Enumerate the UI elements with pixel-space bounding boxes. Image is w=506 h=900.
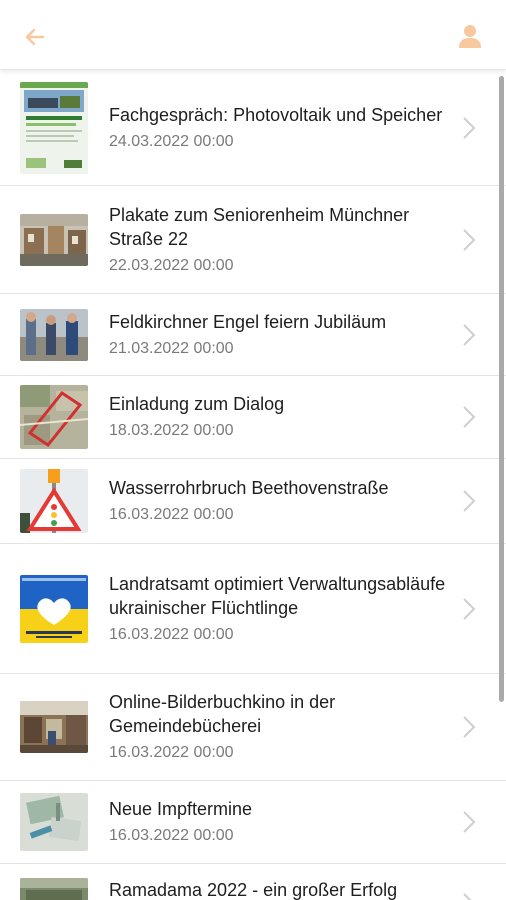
news-title: Landratsamt optimiert Verwaltungsabläufe… <box>109 573 446 618</box>
news-title: Ramadama 2022 - ein großer Erfolg <box>109 880 398 900</box>
news-thumbnail <box>20 574 88 643</box>
news-item[interactable]: Feldkirchner Engel feiern Jubiläum 21.03… <box>0 294 506 376</box>
profile-button[interactable] <box>456 22 484 50</box>
news-thumbnail <box>20 213 88 266</box>
news-item[interactable]: Ramadama 2022 - ein großer Erfolg <box>0 864 506 900</box>
news-title: Online-Bilderbuchkino in der Gemeindebüc… <box>109 692 336 736</box>
news-date: 16.03.2022 00:00 <box>109 625 234 643</box>
app-header <box>0 0 506 70</box>
news-list: Fachgespräch: Photovoltaik und Speicher … <box>0 71 506 900</box>
news-thumbnail <box>20 385 88 449</box>
back-button[interactable] <box>22 24 48 50</box>
news-title: Plakate zum Seniorenheim Münchner Straße… <box>109 204 410 249</box>
chevron-right-icon <box>463 323 476 346</box>
news-thumbnail <box>20 82 88 174</box>
news-date: 21.03.2022 00:00 <box>109 339 234 357</box>
chevron-right-icon <box>463 716 476 738</box>
news-title: Neue Impftermine <box>109 799 253 819</box>
news-item[interactable]: Landratsamt optimiert Verwaltungsabläufe… <box>0 544 506 674</box>
news-date: 24.03.2022 00:00 <box>109 133 234 150</box>
news-item[interactable]: Online-Bilderbuchkino in der Gemeindebüc… <box>0 674 506 781</box>
chevron-right-icon <box>463 597 476 620</box>
chevron-right-icon <box>463 406 476 428</box>
news-title: Einladung zum Dialog <box>109 394 285 414</box>
news-item[interactable]: Fachgespräch: Photovoltaik und Speicher … <box>0 71 506 186</box>
news-thumbnail <box>20 469 88 533</box>
chevron-right-icon <box>463 228 476 251</box>
news-thumbnail <box>20 701 88 753</box>
news-thumbnail <box>20 878 88 900</box>
news-item[interactable]: Plakate zum Seniorenheim Münchner Straße… <box>0 186 506 294</box>
chevron-right-icon <box>463 893 472 900</box>
news-date: 16.03.2022 00:00 <box>109 744 234 761</box>
chevron-right-icon <box>463 117 476 139</box>
news-thumbnail <box>20 793 88 851</box>
chevron-right-icon <box>463 490 476 512</box>
news-title: Fachgespräch: Photovoltaik und Speicher <box>109 105 443 125</box>
news-date: 16.03.2022 00:00 <box>109 506 234 523</box>
news-item[interactable]: Einladung zum Dialog 18.03.2022 00:00 <box>0 376 506 459</box>
news-title: Feldkirchner Engel feiern Jubiläum <box>109 311 387 332</box>
scrollbar[interactable] <box>499 76 504 702</box>
news-date: 18.03.2022 00:00 <box>109 422 234 439</box>
chevron-right-icon <box>463 811 476 833</box>
news-item[interactable]: Neue Impftermine 16.03.2022 00:00 <box>0 781 506 864</box>
news-title: Wasserrohrbruch Beethovenstraße <box>109 478 389 498</box>
user-icon <box>459 25 481 48</box>
news-date: 16.03.2022 00:00 <box>109 827 234 844</box>
arrow-left-icon <box>25 28 45 46</box>
news-date: 22.03.2022 00:00 <box>109 256 234 274</box>
news-thumbnail <box>20 308 88 361</box>
news-item[interactable]: Wasserrohrbruch Beethovenstraße 16.03.20… <box>0 459 506 544</box>
